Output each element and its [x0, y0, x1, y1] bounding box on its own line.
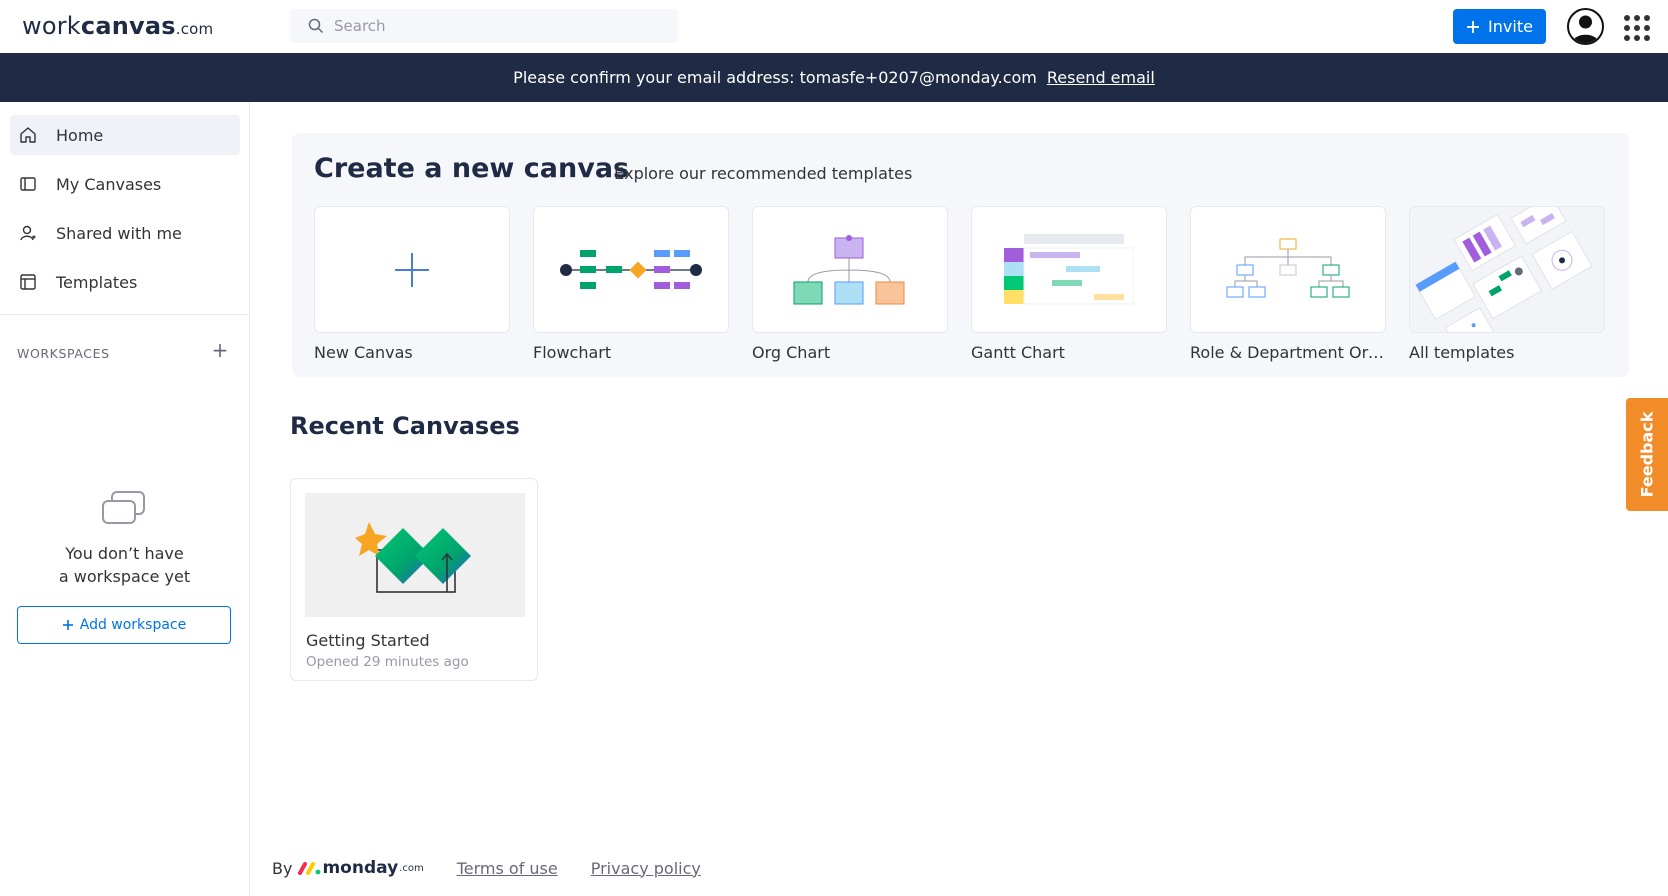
- terms-of-use-link[interactable]: Terms of use: [457, 859, 558, 878]
- gantt-chart-illustration: [1004, 233, 1134, 304]
- template-flowchart[interactable]: Flowchart: [533, 206, 729, 362]
- workspace-empty-text: You don’t have a workspace yet: [0, 542, 249, 588]
- banner-message: Please confirm your email address: tomas…: [513, 68, 1037, 87]
- email-confirm-banner: Please confirm your email address: tomas…: [0, 53, 1668, 102]
- canvas-icon: [18, 174, 38, 194]
- create-canvas-title: Create a new canvas: [314, 153, 630, 184]
- brand-suffix: .com: [399, 862, 424, 874]
- logo-suffix: .com: [175, 20, 214, 38]
- top-bar: workcanvas.com Invite: [0, 0, 1668, 53]
- recent-canvases-title: Recent Canvases: [290, 412, 520, 440]
- templates-icon: [18, 272, 38, 292]
- workspace-empty-icon: [100, 490, 148, 532]
- sidebar-item-label: Home: [56, 125, 104, 145]
- add-workspace-label: Add workspace: [79, 617, 187, 633]
- user-icon: [18, 223, 38, 243]
- sidebar-divider: [0, 314, 249, 315]
- monday-brand[interactable]: monday .com: [298, 858, 424, 878]
- plus-icon: [1467, 20, 1480, 33]
- feedback-label: Feedback: [1637, 411, 1657, 498]
- template-new-canvas[interactable]: New Canvas: [314, 206, 510, 362]
- invite-label: Invite: [1488, 17, 1533, 36]
- avatar[interactable]: [1567, 8, 1604, 45]
- template-label: Org Chart: [752, 343, 831, 362]
- sidebar-item-label: Templates: [56, 272, 138, 292]
- sidebar-item-templates[interactable]: Templates: [10, 262, 240, 302]
- monday-logo-icon: [298, 862, 321, 875]
- sidebar-item-label: My Canvases: [56, 174, 162, 194]
- workspace-empty-line1: You don’t have: [65, 544, 184, 563]
- home-icon: [18, 125, 38, 145]
- privacy-policy-link[interactable]: Privacy policy: [591, 859, 701, 878]
- search-input[interactable]: [334, 17, 654, 35]
- template-label: Role & Department Org...: [1190, 343, 1386, 362]
- template-label: All templates: [1409, 343, 1515, 362]
- canvas-name: Getting Started: [306, 631, 430, 650]
- search-box[interactable]: [290, 9, 678, 43]
- template-role-department-org[interactable]: Role & Department Org...: [1190, 206, 1386, 362]
- org-chart-illustration: [793, 234, 905, 304]
- sidebar-item-label: Shared with me: [56, 223, 182, 243]
- create-canvas-subtitle: Explore our recommended templates: [614, 164, 913, 183]
- feedback-tab[interactable]: Feedback: [1626, 398, 1668, 511]
- create-canvas-panel: Create a new canvas Explore our recommen…: [292, 133, 1629, 377]
- template-thumbnail: [752, 206, 948, 333]
- brand-name: monday: [322, 858, 399, 878]
- search-icon: [308, 18, 324, 34]
- canvas-meta: Opened 29 minutes ago: [306, 654, 469, 670]
- resend-email-link[interactable]: Resend email: [1047, 68, 1155, 87]
- logo-bold: canvas: [80, 12, 176, 40]
- template-label: Flowchart: [533, 343, 612, 362]
- logo-prefix: work: [22, 12, 81, 40]
- all-templates-illustration: [1414, 207, 1593, 332]
- template-org-chart[interactable]: Org Chart: [752, 206, 948, 362]
- template-label: Gantt Chart: [971, 343, 1065, 362]
- plus-icon: [62, 620, 73, 630]
- footer-by: By: [272, 858, 293, 878]
- template-thumbnail: [533, 206, 729, 333]
- workspaces-title: WORKSPACES: [17, 346, 110, 361]
- template-gantt-chart[interactable]: Gantt Chart: [971, 206, 1167, 362]
- canvas-thumbnail: [305, 493, 525, 617]
- role-department-org-illustration: [1226, 238, 1350, 297]
- user-avatar-icon: [1572, 15, 1599, 43]
- template-thumbnail: [1190, 206, 1386, 333]
- sidebar-item-my-canvases[interactable]: My Canvases: [10, 164, 240, 204]
- template-thumbnail: [314, 206, 510, 333]
- add-workspace-button[interactable]: Add workspace: [17, 606, 231, 644]
- template-thumbnail: [1409, 206, 1605, 333]
- workspace-empty-line2: a workspace yet: [58, 567, 191, 586]
- getting-started-illustration: [355, 522, 471, 593]
- sidebar-item-home[interactable]: Home: [10, 115, 240, 155]
- sidebar: Home My Canvases Shared with me Template…: [0, 102, 250, 896]
- add-workspace-plus-icon[interactable]: +: [209, 338, 231, 362]
- template-label: New Canvas: [314, 343, 413, 362]
- template-all-templates[interactable]: All templates: [1409, 206, 1605, 362]
- template-thumbnail: [971, 206, 1167, 333]
- flowchart-illustration: [560, 249, 702, 289]
- logo[interactable]: workcanvas.com: [22, 12, 213, 40]
- sidebar-item-shared[interactable]: Shared with me: [10, 213, 240, 253]
- apps-grid-icon[interactable]: [1624, 15, 1650, 41]
- recent-canvas-card[interactable]: Getting Started Opened 29 minutes ago: [290, 478, 538, 681]
- invite-button[interactable]: Invite: [1453, 9, 1546, 44]
- footer: By monday .com Terms of use Privacy polic…: [272, 858, 701, 878]
- plus-icon: [395, 252, 429, 287]
